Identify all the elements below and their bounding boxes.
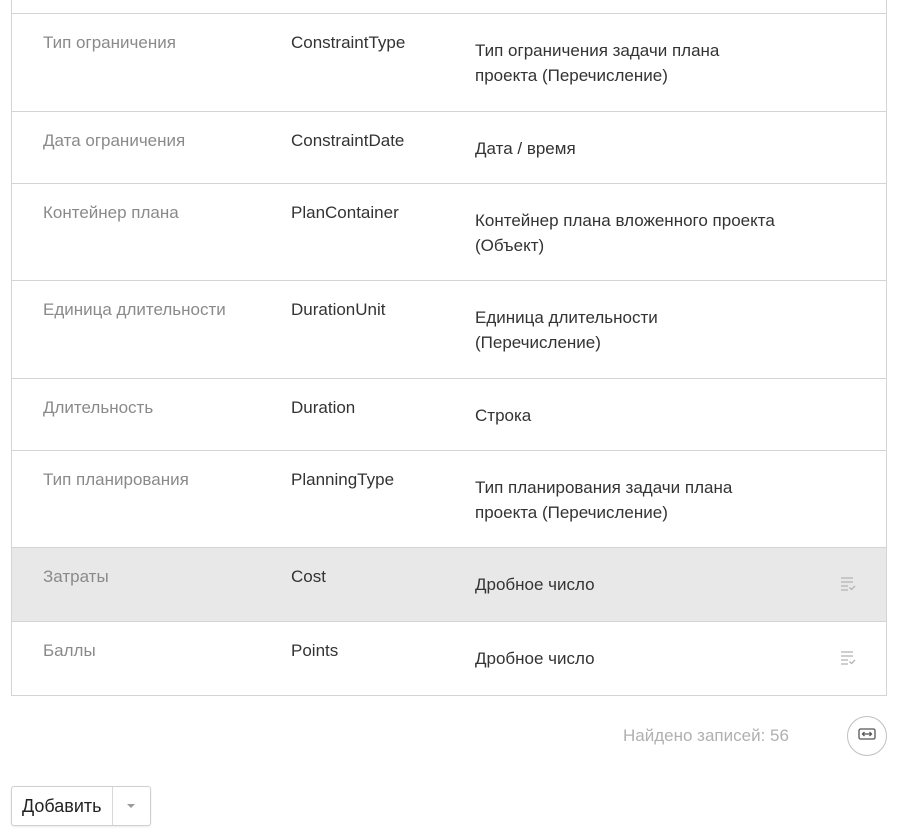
table-row-selected[interactable]: Затраты Cost Дробное число <box>12 548 886 622</box>
add-dropdown-button[interactable] <box>113 787 150 825</box>
list-check-icon[interactable] <box>840 650 856 666</box>
list-check-icon[interactable] <box>840 576 856 592</box>
attribute-name: Единица длительности <box>43 300 226 319</box>
attribute-code: PlanContainer <box>291 203 399 222</box>
attribute-code: Points <box>291 641 339 660</box>
attribute-code: DurationUnit <box>291 300 386 319</box>
attribute-code: Duration <box>291 398 356 417</box>
table-row[interactable]: Баллы Points Дробное число <box>12 622 886 696</box>
table-row[interactable]: Единица длительности DurationUnit Единиц… <box>12 281 886 379</box>
table-row[interactable]: Длительность Duration Строка <box>12 379 886 451</box>
attribute-name: Длительность <box>43 398 154 417</box>
attribute-name: Баллы <box>43 641 96 660</box>
attribute-name: Тип планирования <box>43 470 189 489</box>
attribute-code: PlanningType <box>291 470 395 489</box>
table-row[interactable]: Тип планирования PlanningType Тип планир… <box>12 451 886 548</box>
attribute-code: ConstraintDate <box>291 131 405 150</box>
add-button-group: Добавить <box>11 786 151 826</box>
attribute-type: Контейнер плана вложенного проекта (Объе… <box>475 211 775 255</box>
attributes-table: Тип ограничения ConstraintType Тип огран… <box>11 0 887 696</box>
attribute-type: Единица длительности (Перечисление) <box>475 308 658 352</box>
attribute-code: ConstraintType <box>291 33 406 52</box>
add-button[interactable]: Добавить <box>12 787 113 825</box>
attribute-type: Тип планирования задачи плана проекта (П… <box>475 478 733 522</box>
attribute-type: Тип ограничения задачи плана проекта (Пе… <box>475 41 720 85</box>
attribute-type: Дробное число <box>475 649 595 668</box>
attribute-name: Затраты <box>43 567 109 586</box>
table-row[interactable]: Тип ограничения ConstraintType Тип огран… <box>12 14 886 112</box>
attribute-name: Дата ограничения <box>43 131 186 150</box>
caret-down-icon <box>127 804 136 808</box>
expand-table-button[interactable] <box>847 716 887 756</box>
attribute-name: Тип ограничения <box>43 33 176 52</box>
table-row[interactable]: Дата ограничения ConstraintDate Дата / в… <box>12 112 886 184</box>
expand-horizontal-icon <box>858 727 876 745</box>
attribute-type: Строка <box>475 406 532 425</box>
attribute-name: Контейнер плана <box>43 203 179 222</box>
attribute-code: Cost <box>291 567 326 586</box>
records-count: Найдено записей: 56 <box>623 726 789 745</box>
attribute-type: Дата / время <box>475 139 576 158</box>
attribute-type: Дробное число <box>475 575 595 594</box>
table-row[interactable]: Контейнер плана PlanContainer Контейнер … <box>12 184 886 281</box>
